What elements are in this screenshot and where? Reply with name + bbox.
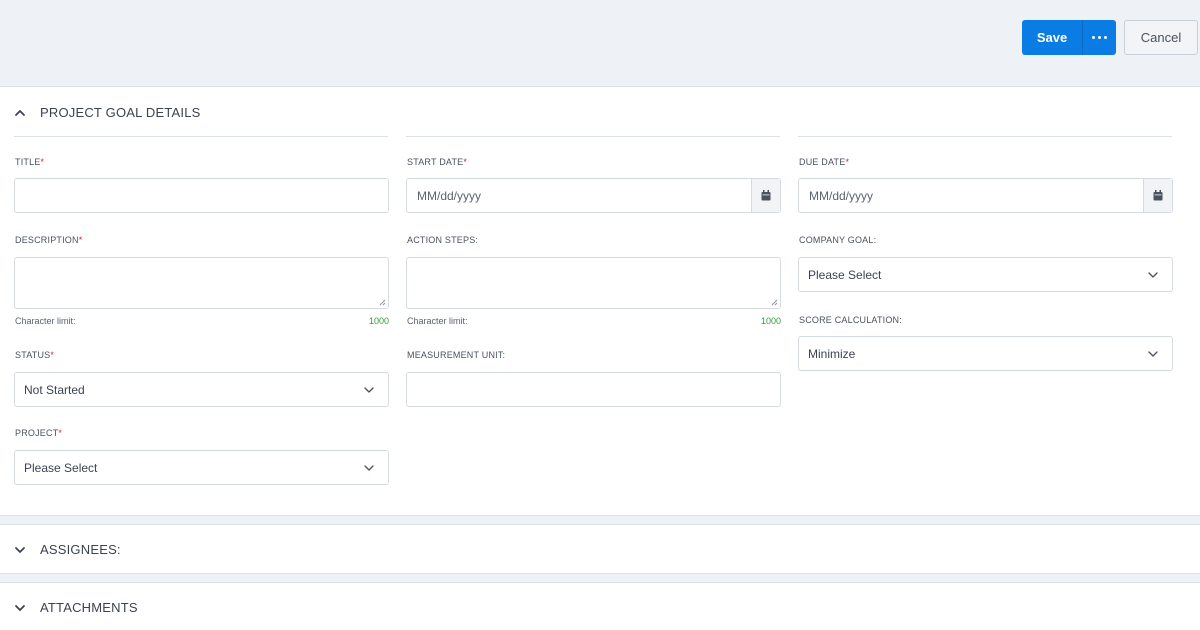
description-textarea[interactable] [14, 257, 389, 309]
measurement-unit-input[interactable] [406, 372, 781, 407]
resize-handle-icon[interactable] [770, 298, 778, 306]
description-label: DESCRIPTION* [15, 235, 83, 245]
start-date-placeholder: MM/dd/yyyy [417, 189, 482, 203]
assignees-section-header[interactable]: ASSIGNEES: [14, 542, 121, 557]
status-select[interactable]: Not Started [14, 372, 389, 407]
assignees-section-title: ASSIGNEES: [40, 542, 121, 557]
due-date-label: DUE DATE* [799, 157, 850, 167]
title-input[interactable] [14, 178, 389, 213]
score-calculation-select[interactable]: Minimize [798, 336, 1173, 371]
start-date-input[interactable]: MM/dd/yyyy [406, 178, 781, 213]
status-label: STATUS* [15, 350, 55, 360]
column-divider [14, 136, 388, 137]
more-options-button[interactable] [1082, 20, 1116, 55]
save-button-group: Save [1022, 20, 1116, 55]
project-selected: Please Select [24, 461, 98, 475]
description-char-limit-label: Character limit: [15, 316, 76, 326]
project-label: PROJECT* [15, 428, 63, 438]
action-steps-textarea[interactable] [406, 257, 781, 309]
due-date-placeholder: MM/dd/yyyy [809, 189, 874, 203]
company-goal-selected: Please Select [808, 268, 882, 282]
action-steps-char-limit-count: 1000 [760, 316, 781, 326]
measurement-unit-label: MEASUREMENT UNIT: [407, 350, 506, 360]
details-section-header[interactable]: PROJECT GOAL DETAILS [14, 105, 201, 120]
attachments-section-header[interactable]: ATTACHMENTS [14, 600, 138, 615]
chevron-down-icon [364, 465, 374, 471]
calendar-icon [1153, 190, 1163, 201]
attachments-panel: ATTACHMENTS [0, 582, 1200, 630]
resize-handle-icon[interactable] [378, 298, 386, 306]
attachments-section-title: ATTACHMENTS [40, 600, 138, 615]
save-button[interactable]: Save [1022, 20, 1082, 55]
start-date-calendar-button[interactable] [751, 179, 780, 212]
score-calculation-selected: Minimize [808, 347, 856, 361]
column-divider [406, 136, 780, 137]
chevron-down-icon [15, 546, 25, 553]
action-steps-label: ACTION STEPS: [407, 235, 479, 245]
due-date-input[interactable]: MM/dd/yyyy [798, 178, 1173, 213]
project-select[interactable]: Please Select [14, 450, 389, 485]
cancel-button[interactable]: Cancel [1124, 20, 1198, 55]
column-divider [798, 136, 1172, 137]
company-goal-label: COMPANY GOAL: [799, 235, 877, 245]
score-calculation-label: SCORE CALCULATION: [799, 315, 902, 325]
chevron-down-icon [1148, 351, 1158, 357]
chevron-up-icon [15, 109, 25, 116]
assignees-panel: ASSIGNEES: [0, 524, 1200, 574]
calendar-icon [761, 190, 771, 201]
chevron-down-icon [15, 604, 25, 611]
chevron-down-icon [364, 387, 374, 393]
start-date-label: START DATE* [407, 157, 468, 167]
due-date-calendar-button[interactable] [1143, 179, 1172, 212]
status-selected: Not Started [24, 383, 85, 397]
details-section-title: PROJECT GOAL DETAILS [40, 105, 201, 120]
ellipsis-icon [1092, 36, 1107, 39]
description-char-limit-count: 1000 [368, 316, 389, 326]
company-goal-select[interactable]: Please Select [798, 257, 1173, 292]
title-label: TITLE* [15, 157, 45, 167]
chevron-down-icon [1148, 272, 1158, 278]
top-toolbar: Save Cancel [0, 0, 1200, 86]
action-steps-char-limit-label: Character limit: [407, 316, 468, 326]
